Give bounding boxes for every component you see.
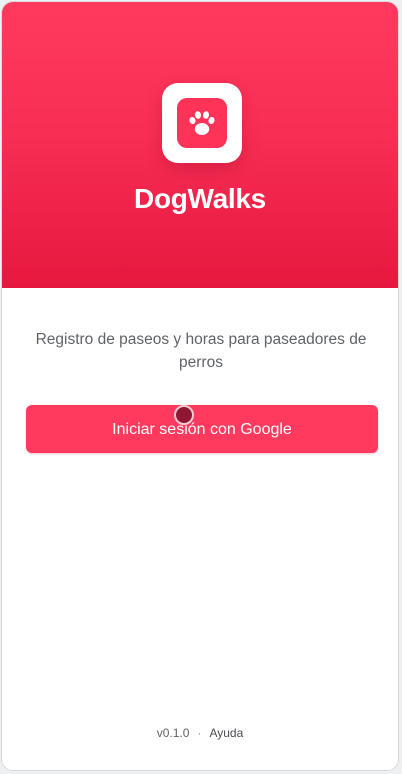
login-panel: Registro de paseos y horas para paseador… (2, 288, 398, 770)
footer: v0.1.0 · Ayuda (2, 726, 398, 740)
app-logo (162, 83, 242, 163)
app-window: DogWalks Registro de paseos y horas para… (1, 1, 399, 771)
footer-separator: · (197, 726, 202, 740)
help-link[interactable]: Ayuda (209, 726, 243, 740)
hero-header: DogWalks (2, 2, 398, 288)
app-description: Registro de paseos y horas para paseador… (35, 331, 367, 371)
version-label: v0.1.0 (156, 726, 190, 740)
app-title: DogWalks (134, 183, 266, 214)
paw-icon (177, 98, 227, 148)
google-signin-button[interactable]: Iniciar sesión con Google (26, 405, 378, 453)
cursor-indicator (174, 405, 194, 425)
